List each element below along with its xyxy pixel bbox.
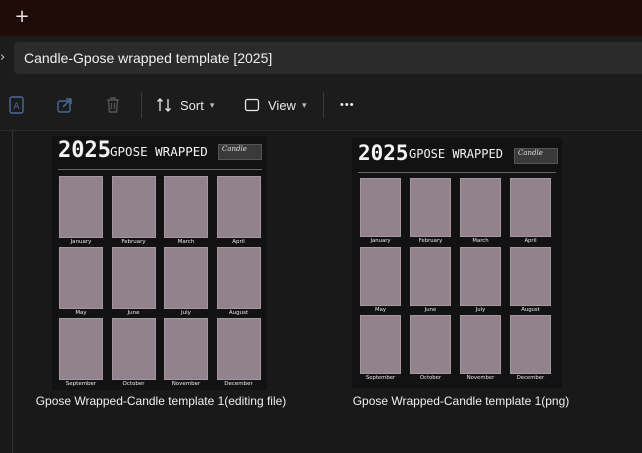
toolbar-separator — [323, 92, 324, 118]
thumbnail-month-label: April — [232, 239, 245, 245]
thumbnail-photo-slot — [216, 176, 261, 238]
thumbnail-photo-slot — [111, 247, 156, 309]
thumbnail-month-label: September — [365, 375, 396, 381]
thumbnail-title: GPOSE WRAPPED — [110, 144, 208, 159]
thumbnail-photo-slot — [410, 246, 451, 306]
thumbnail-month-label: January — [370, 238, 391, 244]
thumbnail-photo-slot — [510, 315, 551, 374]
thumbnail-month-label: February — [418, 238, 443, 244]
thumbnail-signature: Candle — [218, 144, 262, 160]
thumbnail-photo-slot — [510, 178, 551, 237]
thumbnail-month-label: August — [521, 306, 540, 313]
thumbnail-photo-slot — [216, 318, 261, 380]
delete-icon[interactable] — [102, 94, 124, 116]
thumbnail-month-label: June — [424, 306, 437, 313]
chevron-down-icon: ▾ — [209, 99, 215, 110]
thumbnail-month-label: March — [472, 238, 489, 244]
toolbar-separator — [141, 92, 142, 118]
thumbnail-signature: Candle — [514, 148, 558, 164]
thumbnail-month-label: May — [75, 310, 87, 316]
thumbnail-month-label: July — [475, 306, 486, 313]
thumbnail-divider — [58, 169, 262, 170]
more-icon: ••• — [340, 99, 355, 111]
view-button[interactable]: View ▾ — [244, 90, 306, 120]
chevron-down-icon: ▾ — [301, 99, 307, 110]
thumbnail-title: GPOSE WRAPPED — [409, 147, 503, 161]
thumbnail-photo-slot — [164, 176, 208, 238]
navigation-pane-edge — [0, 131, 13, 453]
thumbnail-month-label: May — [375, 306, 386, 313]
view-icon — [244, 98, 260, 112]
sort-icon — [157, 98, 171, 112]
thumbnail-month-label: January — [70, 239, 92, 245]
breadcrumb-folder[interactable]: Candle-Gpose wrapped template [2025] — [24, 42, 272, 74]
thumbnail-photo-slot — [410, 178, 451, 237]
new-tab-button[interactable]: + — [12, 6, 32, 28]
share-icon[interactable] — [54, 94, 76, 116]
thumbnail-year: 2025 — [58, 138, 111, 163]
thumbnail-photo-slot — [410, 315, 451, 374]
thumbnail-photo-slot — [460, 246, 501, 306]
thumbnail-month-label: August — [228, 310, 249, 316]
thumbnail-year: 2025 — [358, 141, 409, 165]
thumbnail-photo-slot — [164, 318, 208, 380]
file-item[interactable]: 2025 GPOSE WRAPPED Candle January Februar… — [330, 136, 592, 416]
thumbnail-photo-slot — [360, 246, 401, 306]
thumbnail-month-label: March — [177, 239, 195, 245]
file-name[interactable]: Gpose Wrapped-Candle template 1(png) — [330, 394, 592, 408]
sort-label: Sort — [180, 97, 204, 113]
thumbnail-month-label: February — [121, 239, 146, 245]
thumbnail-photo-slot — [460, 178, 501, 237]
svg-text:A: A — [13, 102, 20, 112]
breadcrumb-chevron-icon[interactable]: › — [0, 48, 10, 68]
title-bar: + — [0, 0, 642, 36]
address-row: › Candle-Gpose wrapped template [2025] — [0, 36, 642, 80]
thumbnail-month-label: April — [524, 238, 537, 244]
file-thumbnail: 2025 GPOSE WRAPPED Candle January Februar… — [352, 138, 562, 388]
address-bar[interactable]: Candle-Gpose wrapped template [2025] — [14, 42, 642, 74]
thumbnail-photo-slot — [111, 318, 156, 380]
view-label: View — [268, 97, 296, 113]
thumbnail-month-label: October — [419, 375, 442, 381]
thumbnail-month-label: September — [65, 381, 97, 387]
thumbnail-month-label: October — [122, 381, 145, 387]
thumbnail-month-label: December — [224, 381, 253, 387]
thumbnail-photo-slot — [59, 318, 103, 380]
thumbnail-photo-slot — [59, 247, 103, 309]
more-options-button[interactable]: ••• — [340, 90, 355, 120]
thumbnail-photo-slot — [360, 315, 401, 374]
thumbnail-photo-slot — [216, 247, 261, 309]
thumbnail-month-label: June — [127, 310, 140, 316]
file-item[interactable]: 2025 GPOSE WRAPPED Candle January Februar… — [30, 136, 292, 416]
thumbnail-photo-slot — [111, 176, 156, 238]
file-thumbnail: 2025 GPOSE WRAPPED Candle January Februar… — [52, 136, 267, 390]
command-bar: A Sort ▾ View ▾ ••• — [0, 80, 642, 131]
thumbnail-month-label: November — [171, 381, 201, 387]
thumbnail-photo-slot — [164, 247, 208, 309]
ai-rename-icon[interactable]: A — [6, 94, 28, 116]
thumbnail-month-label: July — [181, 310, 191, 316]
thumbnail-photo-slot — [510, 246, 551, 306]
thumbnail-month-label: November — [466, 375, 495, 381]
thumbnail-month-label: December — [516, 375, 545, 381]
thumbnail-photo-slot — [460, 315, 501, 374]
thumbnail-divider — [358, 172, 556, 173]
thumbnail-photo-slot — [360, 178, 401, 237]
thumbnail-photo-slot — [59, 176, 103, 238]
file-name[interactable]: Gpose Wrapped-Candle template 1(editing … — [30, 394, 292, 408]
sort-button[interactable]: Sort ▾ — [156, 90, 214, 120]
